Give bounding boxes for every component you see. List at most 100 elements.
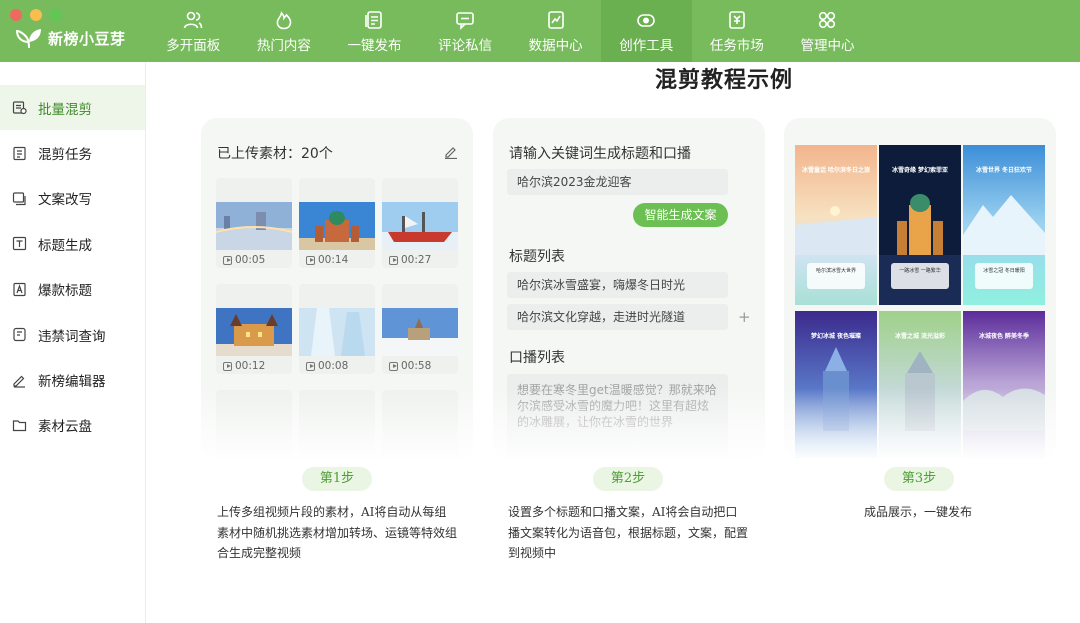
poster-caption: 冰雪之城 流光溢彩 [885,333,955,341]
users-icon [183,10,203,30]
title-icon [12,236,27,251]
video-duration: 00:14 [306,254,348,266]
uploaded-count-label: 已上传素材：20个 [217,143,333,163]
poster-sub-caption: 哈尔滨冰雪大世界 [807,263,865,289]
sidebar-item-hot-titles[interactable]: 爆款标题 [0,267,145,312]
step-2-badge: 第2步 [593,467,663,491]
result-video-poster[interactable]: 梦幻冰城 夜色璀璨 [795,311,877,458]
step-1-card: 已上传素材：20个 00:05 00:14 00:27 [201,118,473,458]
sidebar-item-edit-tasks[interactable]: 混剪任务 [0,130,145,175]
nav-item-hot-content[interactable]: 热门内容 [239,0,330,62]
poster-caption: 梦幻冰城 夜色璀璨 [801,333,871,341]
nav-label: 评论私信 [438,34,492,54]
material-thumbnail[interactable] [299,390,375,458]
video-duration: 00:12 [223,360,265,372]
material-thumbnail[interactable]: 00:08 [299,284,375,374]
edit-icon[interactable] [444,145,458,159]
video-thumbnail-image [216,202,292,250]
nav-label: 任务市场 [710,34,764,54]
sidebar-item-label: 混剪任务 [38,143,92,163]
material-thumbnail[interactable]: 00:58 [382,284,458,374]
publish-icon [364,10,384,30]
poster-sub-caption: 一路冰雪 一路繁华 [891,263,949,289]
sidebar-item-batch-edit[interactable]: 批量混剪 [0,85,145,130]
nav-item-data-center[interactable]: 数据中心 [510,0,601,62]
nav-label: 多开面板 [166,34,220,54]
generate-copy-button[interactable]: 智能生成文案 [633,203,728,227]
video-thumbnail-image [382,308,458,356]
toolbox-icon [636,10,656,30]
poster-sub-caption: 冰雪之冠 冬日暖阳 [975,263,1033,289]
result-video-poster[interactable]: 冰雪之城 流光溢彩 [879,311,961,458]
title-bar: 新榜小豆芽 多开面板 热门内容 一键发布 评论私信 [0,0,1080,62]
nav-item-multi-panel[interactable]: 多开面板 [148,0,239,62]
step-1-description: 上传多组视频片段的素材，AI将自动从每组素材中随机挑选素材增加转场、运镜等特效组… [217,502,457,564]
step-3-card: 冰雪童话 哈尔滨冬日之旅 哈尔滨冰雪大世界 冰雪奇缘 梦幻索菲亚 一路冰雪 一路… [784,118,1056,458]
step-2-description: 设置多个标题和口播文案，AI将会自动把口播文案转化为语音包，根据标题，文案，配置… [508,502,748,564]
result-video-poster[interactable]: 冰雪童话 哈尔滨冬日之旅 哈尔滨冰雪大世界 [795,145,877,305]
video-icon [306,256,315,265]
nav-item-management-center[interactable]: 管理中心 [782,0,873,62]
sidebar-item-banned-words[interactable]: 违禁词查询 [0,312,145,357]
folder-icon [12,418,27,433]
title-item[interactable]: 哈尔滨文化穿越，走进时光隧道 [507,304,728,330]
fire-icon [274,10,294,30]
sidebar-item-editor[interactable]: 新榜编辑器 [0,357,145,402]
nav-item-task-market[interactable]: 任务市场 [692,0,783,62]
nav-item-creation-tools[interactable]: 创作工具 [601,0,692,62]
material-thumbnail[interactable] [216,390,292,458]
sidebar-item-title-generation[interactable]: 标题生成 [0,221,145,266]
sidebar-item-copy-rewrite[interactable]: 文案改写 [0,176,145,221]
poster-caption: 冰雪世界 冬日狂欢节 [969,167,1039,175]
rewrite-icon [12,191,27,206]
video-icon [223,256,232,265]
video-thumbnail-image [299,202,375,250]
sidebar-item-cloud-drive[interactable]: 素材云盘 [0,403,145,448]
add-title-button[interactable]: + [738,308,751,326]
title-list-label: 标题列表 [509,246,565,266]
nav-label: 管理中心 [800,34,854,54]
app-name: 新榜小豆芽 [48,28,126,49]
keyword-input[interactable]: 哈尔滨2023金龙迎客 [507,169,728,195]
video-icon [389,362,398,371]
window-minimize-button[interactable] [30,9,42,21]
chart-icon [546,10,566,30]
result-video-poster[interactable]: 冰雪世界 冬日狂欢节 冰雪之冠 冬日暖阳 [963,145,1045,305]
step-2-card: 请输入关键词生成标题和口播 哈尔滨2023金龙迎客 智能生成文案 标题列表 哈尔… [493,118,765,458]
title-item[interactable]: 哈尔滨冰雪盛宴，嗨爆冬日时光 [507,272,728,298]
step-3-badge: 第3步 [884,467,954,491]
grid-icon [817,10,837,30]
step-3-description: 成品展示，一键发布 [864,502,1044,523]
nav-label: 创作工具 [619,34,673,54]
sidebar-item-label: 新榜编辑器 [38,370,106,390]
nav-item-comments-messages[interactable]: 评论私信 [420,0,511,62]
result-video-poster[interactable]: 冰雪奇缘 梦幻索菲亚 一路冰雪 一路繁华 [879,145,961,305]
word-check-icon [12,327,27,342]
material-thumbnail[interactable] [382,390,458,458]
sidebar-item-label: 批量混剪 [38,98,92,118]
material-thumbnail[interactable]: 00:05 [216,178,292,268]
page-title: 混剪教程示例 [655,62,793,94]
material-thumbnail[interactable]: 00:14 [299,178,375,268]
hot-title-icon [12,282,27,297]
video-icon [306,362,315,371]
script-text-area[interactable]: 想要在寒冬里get温暖感觉？那就来哈尔滨感受冰雪的魔力吧！这里有超炫的冰雕展，让… [507,374,728,458]
window-zoom-button[interactable] [50,9,62,21]
result-video-poster[interactable]: 冰城夜色 醉美冬季 [963,311,1045,458]
step-1-badge: 第1步 [302,467,372,491]
video-duration: 00:58 [389,360,431,372]
app-brand: 新榜小豆芽 [16,26,126,50]
nav-item-one-click-publish[interactable]: 一键发布 [329,0,420,62]
prompt-label: 请输入关键词生成标题和口播 [509,143,691,163]
nav-label: 一键发布 [347,34,401,54]
window-close-button[interactable] [10,9,22,21]
video-duration: 00:27 [389,254,431,266]
video-thumbnail-image [299,308,375,356]
material-thumbnail[interactable]: 00:27 [382,178,458,268]
material-thumbnail[interactable]: 00:12 [216,284,292,374]
video-thumbnail-image [216,308,292,356]
poster-caption: 冰雪奇缘 梦幻索菲亚 [885,167,955,175]
main-nav: 多开面板 热门内容 一键发布 评论私信 数据中心 [148,0,873,62]
sidebar-item-label: 标题生成 [38,234,92,254]
script-list-label: 口播列表 [509,347,565,367]
